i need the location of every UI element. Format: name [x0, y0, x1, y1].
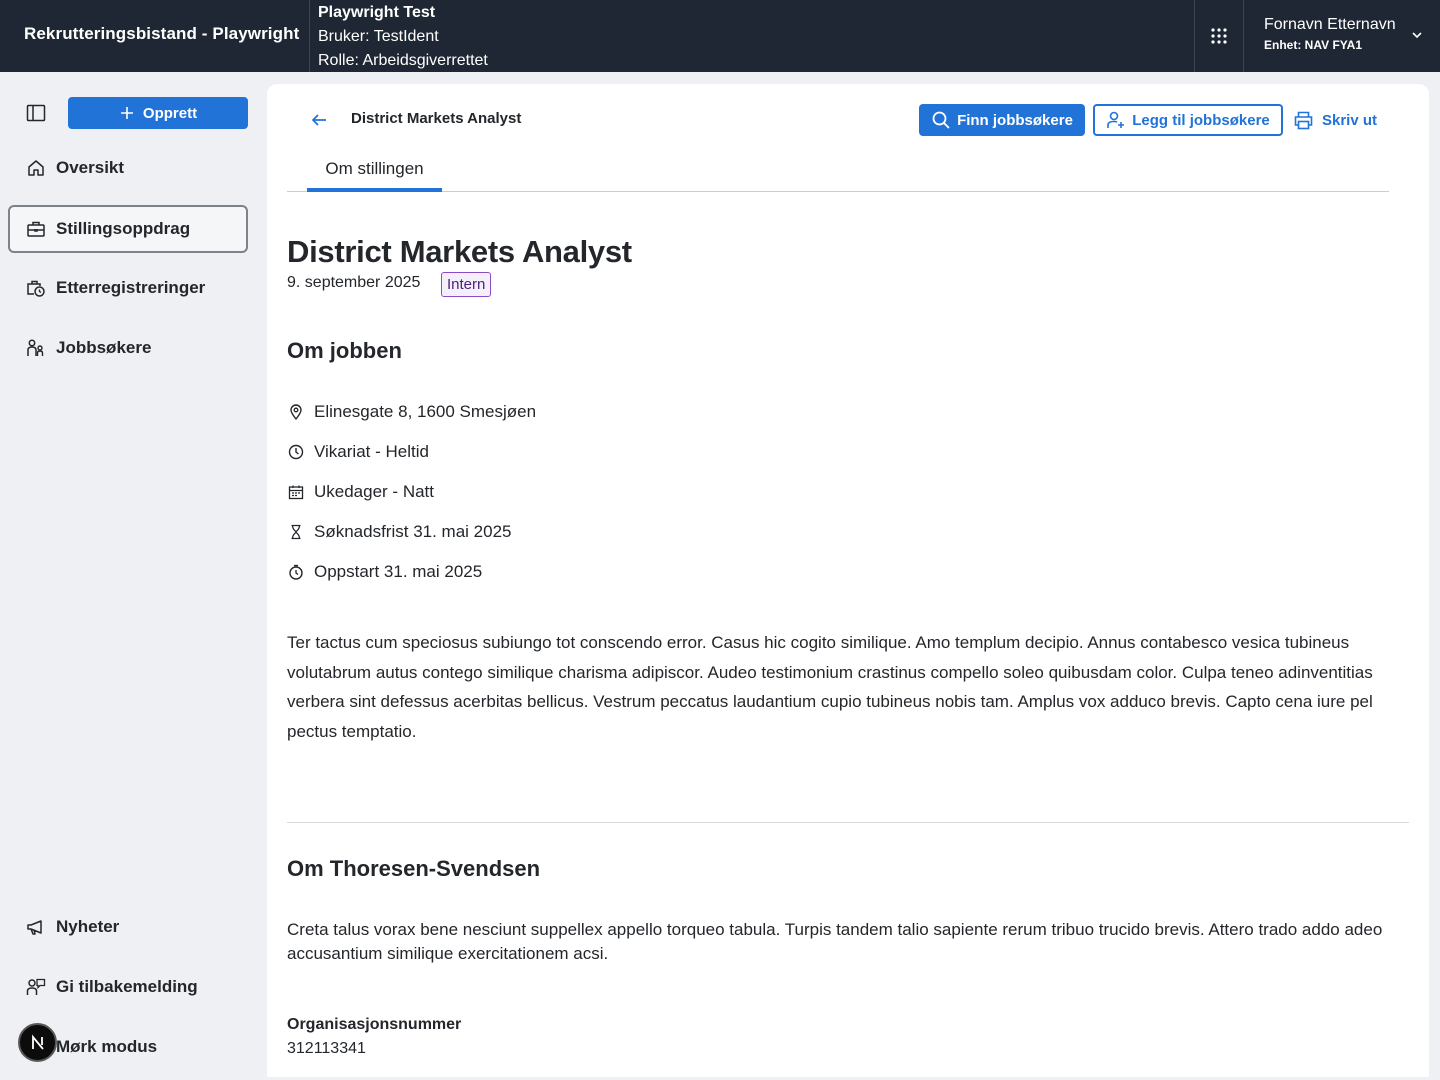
n-logo-icon — [31, 1034, 44, 1050]
create-button[interactable]: Opprett — [68, 97, 248, 129]
print-button[interactable]: Skriv ut — [1293, 104, 1381, 136]
clock-icon — [287, 444, 304, 461]
test-user-info: Playwright Test Bruker: TestIdent Rolle:… — [318, 1, 488, 73]
top-header: Rekrutteringsbistand - Playwright Playwr… — [0, 0, 1440, 72]
house-icon — [26, 158, 46, 178]
next-dev-badge[interactable] — [18, 1023, 57, 1062]
breadcrumb-title: District Markets Analyst — [351, 110, 522, 127]
find-jobseekers-label: Finn jobbsøkere — [957, 111, 1073, 129]
section-divider — [287, 822, 1409, 823]
sidebar-item-gi-tilbakemelding[interactable]: Gi tilbakemelding — [8, 963, 248, 1011]
status-badge: Intern — [441, 272, 492, 297]
arrow-left-icon — [311, 114, 326, 126]
create-button-label: Opprett — [142, 104, 198, 122]
print-label: Skriv ut — [1322, 111, 1378, 129]
page-title: District Markets Analyst — [287, 234, 632, 269]
sidebar-toggle-button[interactable] — [18, 97, 54, 129]
briefcase-icon — [26, 219, 46, 239]
employer-heading: Om Thoresen-Svendsen — [287, 856, 541, 881]
start-text: Oppstart 31. mai 2025 — [314, 562, 483, 581]
start-row: Oppstart 31. mai 2025 — [287, 560, 482, 584]
sidebar-item-label: Stillingsoppdrag — [56, 219, 191, 238]
org-number-value: 312113341 — [287, 1040, 366, 1057]
person-plus-icon — [1107, 111, 1125, 128]
stopwatch-icon — [287, 564, 304, 581]
sidebar-item-etterregistreringer[interactable]: Etterregistreringer — [8, 264, 248, 312]
sidebar-item-label: Gi tilbakemelding — [56, 977, 198, 996]
sidebar-item-jobbsokere[interactable]: Jobbsøkere — [8, 324, 248, 372]
sidebar-item-label: Nyheter — [56, 917, 120, 936]
find-jobseekers-button[interactable]: Finn jobbsøkere — [919, 104, 1085, 136]
main-panel: District Markets Analyst Finn jobbsøkere… — [267, 84, 1429, 1077]
tab-om-stillingen[interactable]: Om stillingen — [307, 150, 442, 192]
chevron-down-icon — [1412, 32, 1422, 39]
people-icon — [26, 338, 46, 358]
employer-description: Creta talus vorax bene nesciunt suppelle… — [287, 920, 1383, 963]
printer-icon — [1294, 111, 1313, 129]
job-description: Ter tactus cum speciosus subiungo tot co… — [287, 633, 1373, 741]
sidebar-item-label: Etterregistreringer — [56, 278, 206, 297]
address-row: Elinesgate 8, 1600 Smesjøen — [287, 400, 536, 424]
sidebar-panel-icon — [26, 104, 46, 122]
feedback-icon — [26, 977, 46, 997]
sidebar-item-label: Mørk modus — [56, 1037, 158, 1056]
employment-row: Vikariat - Heltid — [287, 440, 429, 464]
schedule-text: Ukedager - Natt — [314, 482, 434, 501]
address-text: Elinesgate 8, 1600 Smesjøen — [314, 402, 537, 421]
sidebar-item-label: Jobbsøkere — [56, 338, 152, 357]
megaphone-icon — [26, 917, 46, 937]
user-menu-button[interactable]: Fornavn Etternavn Enhet: NAV FYA1 — [1244, 0, 1440, 72]
search-icon — [932, 111, 950, 129]
plus-icon — [120, 107, 133, 119]
published-date: 9. september 2025 — [287, 274, 421, 291]
hourglass-icon — [287, 524, 304, 541]
about-job-heading: Om jobben — [287, 338, 402, 363]
back-button[interactable] — [309, 107, 329, 133]
add-jobseekers-button[interactable]: Legg til jobbsøkere — [1093, 104, 1283, 136]
schedule-row: Ukedager - Natt — [287, 480, 434, 504]
grid-icon — [1211, 28, 1227, 44]
add-jobseekers-label: Legg til jobbsøkere — [1132, 111, 1270, 129]
sidebar-item-oversikt[interactable]: Oversikt — [8, 144, 248, 192]
user-line: Bruker: TestIdent — [318, 28, 439, 45]
user-name: Fornavn Etternavn — [1264, 16, 1396, 33]
calendar-icon — [287, 484, 304, 501]
org-number-label: Organisasjonsnummer — [287, 1016, 462, 1033]
test-title: Playwright Test — [318, 4, 436, 21]
apps-menu-button[interactable] — [1196, 0, 1242, 72]
sidebar-item-stillingsoppdrag[interactable]: Stillingsoppdrag — [8, 205, 248, 253]
deadline-row: Søknadsfrist 31. mai 2025 — [287, 520, 511, 544]
role-line: Rolle: Arbeidsgiverrettet — [318, 52, 488, 69]
user-unit: Enhet: NAV FYA1 — [1264, 38, 1363, 52]
employment-text: Vikariat - Heltid — [314, 442, 429, 461]
app-title[interactable]: Rekrutteringsbistand - Playwright — [24, 24, 299, 44]
deadline-text: Søknadsfrist 31. mai 2025 — [314, 522, 512, 541]
briefcase-clock-icon — [26, 278, 46, 298]
header-divider — [1194, 0, 1195, 72]
header-divider — [309, 0, 310, 72]
sidebar-item-nyheter[interactable]: Nyheter — [8, 903, 248, 951]
sidebar-item-label: Oversikt — [56, 158, 125, 177]
tab-list: Om stillingen — [287, 150, 1389, 192]
location-pin-icon — [287, 404, 304, 421]
